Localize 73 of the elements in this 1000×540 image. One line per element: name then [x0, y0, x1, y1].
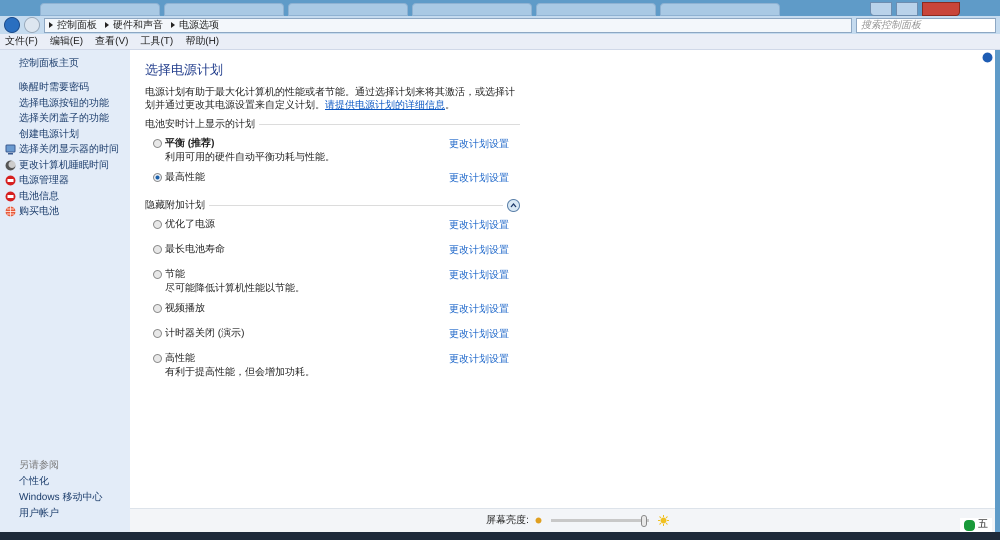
plan-name[interactable]: 最长电池寿命	[165, 242, 225, 256]
minimize-button[interactable]	[870, 2, 892, 16]
sidebar-link[interactable]: 选择关闭显示器的时间	[19, 142, 119, 158]
sidebar-link[interactable]: 选择电源按钮的功能	[19, 96, 109, 111]
change-plan-link[interactable]: 更改计划设置	[449, 352, 509, 364]
search-field[interactable]: 搜索控制面板	[856, 18, 996, 32]
plan-name[interactable]: 节能	[165, 266, 185, 282]
details-link[interactable]: 请提供电源计划的详细信息	[325, 100, 445, 110]
page-title: 选择电源计划	[145, 61, 224, 79]
menu-item[interactable]: 工具(T)	[140, 34, 174, 49]
back-button[interactable]	[4, 17, 20, 33]
radio-button[interactable]	[153, 244, 162, 254]
change-plan-link[interactable]: 更改计划设置	[449, 302, 509, 314]
menu-item[interactable]: 编辑(E)	[50, 34, 84, 49]
input-method-icon[interactable]	[964, 520, 975, 530]
sidebar-link[interactable]: 电池信息	[19, 188, 59, 204]
change-plan-link[interactable]: 更改计划设置	[449, 218, 509, 230]
address-field[interactable]: 控制面板 硬件和声音 电源选项	[44, 18, 852, 32]
plan-name[interactable]: 高性能	[165, 350, 195, 366]
radio-button[interactable]	[153, 172, 162, 182]
brightness-label: 屏幕亮度:	[486, 514, 529, 528]
sidebar-link[interactable]: Windows 移动中心	[0, 490, 130, 506]
dim-sun-icon	[534, 517, 542, 524]
sidebar-link[interactable]: 购买电池	[19, 204, 59, 220]
breadcrumb[interactable]: 控制面板	[57, 18, 97, 32]
bright-sun-icon	[658, 515, 669, 526]
sidebar-link[interactable]: 更改计算机睡眠时间	[19, 158, 109, 173]
chevron-icon	[510, 203, 517, 208]
globe-icon	[5, 206, 16, 218]
change-plan-link[interactable]: 更改计划设置	[449, 136, 509, 150]
radio-button[interactable]	[153, 220, 162, 228]
chevron-icon	[105, 22, 109, 28]
plan-name[interactable]: 平衡 (推荐)	[165, 136, 214, 150]
chevron-icon	[49, 22, 53, 28]
plan-description: 有利于提高性能，但会增加功耗。	[164, 366, 316, 380]
maximize-button[interactable]	[896, 2, 918, 16]
radio-button[interactable]	[153, 354, 162, 362]
sidebar-link[interactable]: 电源管理器	[19, 173, 69, 188]
change-plan-link[interactable]: 更改计划设置	[449, 170, 509, 184]
chevron-icon	[171, 22, 175, 28]
intro-text: 电源计划有助于最大化计算机的性能或者节能。通过选择计划来将其激活，或选择计划并通过更改其电源设置来自定义计划。请提供电源计划的详细信息。	[145, 86, 516, 112]
sidebar-link[interactable]: 控制面板主页	[0, 56, 130, 70]
slider-thumb[interactable]	[640, 514, 647, 526]
plan-description: 利用可用的硬件自动平衡功耗与性能。	[164, 150, 336, 164]
sidebar-link[interactable]: 用户帐户	[0, 506, 130, 522]
menu-item[interactable]: 帮助(H)	[185, 34, 220, 49]
collapse-button[interactable]	[507, 199, 520, 212]
change-plan-link[interactable]: 更改计划设置	[449, 268, 509, 280]
close-button[interactable]	[922, 2, 960, 16]
menu-item[interactable]: 文件(F)	[5, 34, 38, 49]
breadcrumb[interactable]: 电源选项	[179, 18, 219, 32]
monitor-icon	[5, 144, 16, 156]
change-plan-link[interactable]: 更改计划设置	[449, 242, 509, 256]
plan-name[interactable]: 视频播放	[165, 300, 205, 316]
plan-name[interactable]: 优化了电源	[165, 216, 215, 232]
group-heading: 电池安时计上显示的计划	[145, 118, 255, 132]
section-heading: 另请参阅	[18, 458, 60, 473]
plan-name[interactable]: 最高性能	[165, 170, 205, 184]
group-heading: 隐藏附加计划	[145, 198, 205, 213]
radio-button[interactable]	[153, 304, 162, 312]
moon-icon	[5, 160, 16, 171]
change-plan-link[interactable]: 更改计划设置	[449, 326, 509, 340]
plan-name[interactable]: 计时器关闭 (演示)	[165, 326, 244, 340]
plan-description: 尽可能降低计算机性能以节能。	[164, 282, 306, 296]
menu-item[interactable]: 查看(V)	[95, 34, 128, 49]
radio-button[interactable]	[153, 270, 162, 278]
radio-button[interactable]	[153, 328, 162, 338]
radio-button[interactable]	[153, 138, 162, 148]
sidebar-link[interactable]: 创建电源计划	[19, 126, 79, 142]
sidebar-link[interactable]: 选择关闭盖子的功能	[19, 111, 109, 126]
breadcrumb[interactable]: 硬件和声音	[113, 18, 163, 32]
sidebar-link[interactable]: 个性化	[0, 474, 130, 490]
sidebar-link[interactable]: 唤醒时需要密码	[19, 80, 89, 96]
